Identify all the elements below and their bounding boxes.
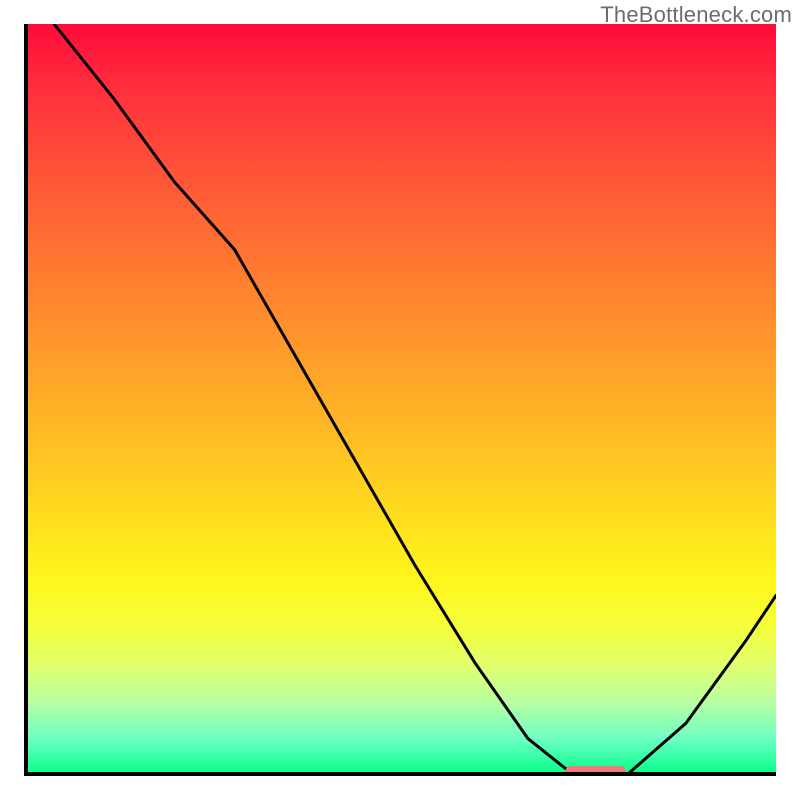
chart-frame: TheBottleneck.com <box>0 0 800 800</box>
optimum-marker <box>565 766 625 776</box>
bottleneck-curve <box>54 24 776 776</box>
curve-layer <box>24 24 776 776</box>
watermark-text: TheBottleneck.com <box>600 2 792 28</box>
